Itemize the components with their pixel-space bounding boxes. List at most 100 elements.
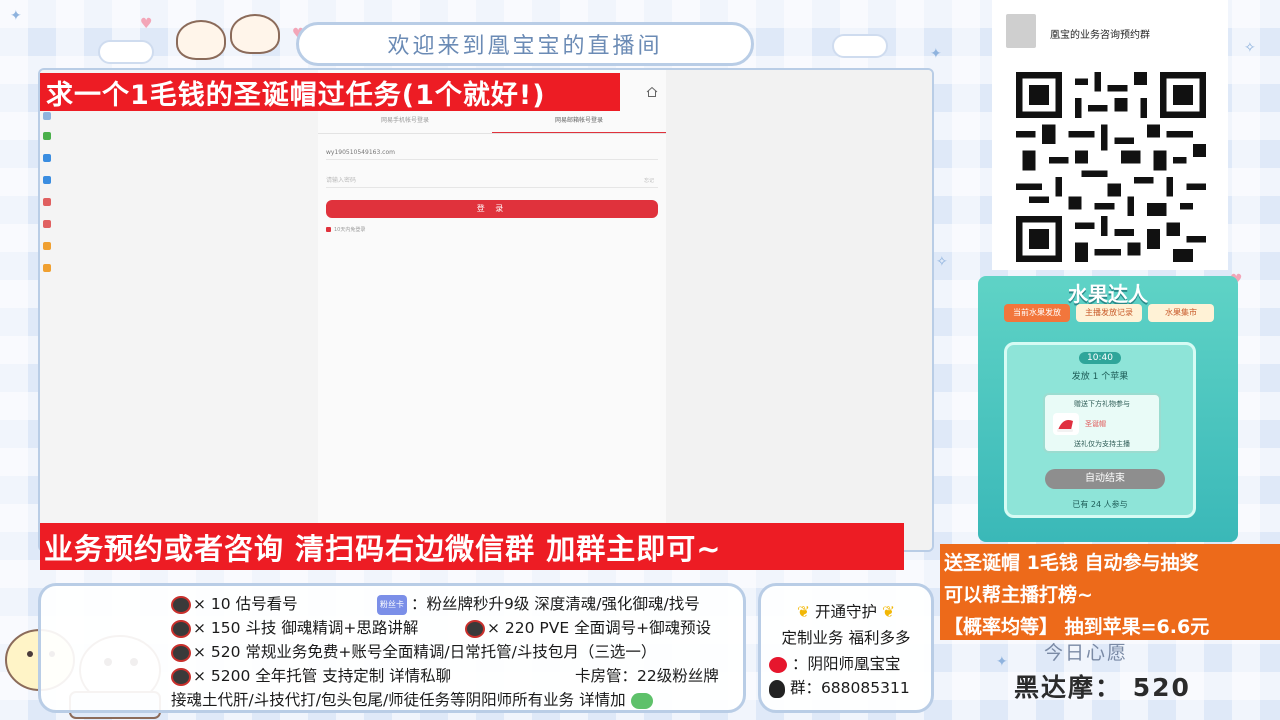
service-text: 接魂土代肝/斗技代打/包头包尾/师徒任务等阴阳师所有业务 详情加 (171, 691, 626, 709)
guard-title-line: ❦ 开通守护 ❦ (761, 600, 931, 622)
remember-checkbox[interactable]: 10天内免登录 (326, 226, 365, 233)
cat-mascot-head (230, 14, 280, 54)
star-icon: ✧ (1244, 40, 1256, 56)
badge-icon (171, 667, 191, 686)
task-request-banner: 求一个1毛钱的圣诞帽过任务(1个就好!) (40, 73, 620, 111)
cloud-decoration (832, 34, 888, 58)
tab-anchor-records[interactable]: 主播发放记录 (1076, 304, 1142, 322)
login-form: 网易手机帐号登录 网易邮箱帐号登录 wy190510549163.com 请输入… (318, 70, 666, 550)
tab-phone-login[interactable]: 网易手机帐号登录 (318, 114, 492, 133)
login-tabs: 网易手机帐号登录 网易邮箱帐号登录 (318, 114, 666, 134)
fruit-time: 10:40 (1007, 352, 1193, 364)
browser-right-area (666, 70, 932, 550)
badge-icon (171, 643, 191, 662)
qq-group: 群：688085311 (789, 679, 910, 697)
home-icon[interactable] (646, 86, 658, 98)
login-button[interactable]: 登 录 (326, 200, 658, 218)
gift-instruction: 赠送下方礼物参与 (1074, 400, 1130, 408)
guard-title: 开通守护 (814, 603, 877, 621)
badge-icon (171, 595, 191, 614)
fruit-card: 10:40 发放 1 个苹果 赠送下方礼物参与 圣诞帽 送礼仅为支持主播 自动结… (1004, 342, 1196, 518)
service-line: 接魂土代肝/斗技代打/包头包尾/师徒任务等阴阳师所有业务 详情加 (171, 688, 653, 710)
guard-subtitle: 定制业务 福利多多 (781, 629, 911, 647)
account-input[interactable]: wy190510549163.com (326, 146, 658, 160)
service-text: × 10 估号看号 (193, 595, 298, 613)
side-app-icon[interactable] (43, 176, 51, 184)
star-icon: ✦ (996, 654, 1008, 670)
consult-banner: 业务预约或者咨询 清扫码右边微信群 加群主即可~ (40, 523, 904, 570)
side-app-icon[interactable] (43, 132, 51, 140)
cloud-decoration (98, 40, 154, 64)
wechat-icon (630, 692, 653, 709)
service-line: × 150 斗技 御魂精调+思路讲解 (171, 616, 418, 638)
wing-icon: ❦ (797, 603, 811, 621)
remember-label: 10天内免登录 (334, 227, 366, 233)
tab-current-fruit[interactable]: 当前水果发放 (1004, 304, 1070, 322)
service-line: 卡房管：22级粉丝牌 (575, 664, 719, 686)
weibo-account: ：阴阳师凰宝宝 (791, 655, 901, 673)
fruit-tabs: 当前水果发放 主播发放记录 水果集市 (1004, 304, 1214, 322)
side-app-icon[interactable] (43, 112, 51, 120)
guard-panel: ❦ 开通守护 ❦ 定制业务 福利多多 ：阴阳师凰宝宝 群：688085311 (758, 583, 934, 713)
weibo-icon (769, 656, 787, 673)
tab-fruit-market[interactable]: 水果集市 (1148, 304, 1214, 322)
qr-code (1016, 72, 1206, 262)
side-app-icon[interactable] (43, 264, 51, 272)
wish-title: 今日心愿 (1044, 642, 1129, 664)
qq-line: 群：688085311 (761, 676, 931, 698)
qq-icon (769, 679, 785, 698)
password-placeholder: 请输入密码 (326, 177, 357, 184)
star-icon: ✦ (10, 8, 22, 24)
side-app-icon[interactable] (43, 242, 51, 250)
service-text: × 220 PVE 全面调号+御魂预设 (487, 619, 712, 637)
service-text: ：粉丝牌秒升9级 深度清魂/强化御魂/找号 (411, 595, 700, 613)
lottery-banner: 送圣诞帽 1毛钱 自动参与抽奖 可以帮主播打榜~ 【概率均等】 抽到苹果=6.6… (940, 544, 1280, 640)
gift-name: 圣诞帽 (1085, 420, 1106, 428)
service-line: × 520 常规业务免费+账号全面精调/日常托管/斗技包月（三选一） (171, 640, 656, 662)
welcome-banner: 欢迎来到凰宝宝的直播间 (296, 22, 754, 66)
wechat-group-card: 凰宝的业务咨询预约群 (992, 0, 1228, 270)
side-app-icon[interactable] (43, 198, 51, 206)
checkbox-icon[interactable] (326, 227, 331, 232)
forgot-password-link[interactable]: 忘记 (644, 174, 654, 188)
group-name: 凰宝的业务咨询预约群 (1050, 30, 1150, 41)
fruit-widget: 水果达人 当前水果发放 主播发放记录 水果集市 10:40 发放 1 个苹果 赠… (978, 276, 1238, 542)
lottery-line-2: 可以帮主播打榜~ (944, 584, 1093, 606)
fan-card-icon: 粉丝卡 (377, 594, 407, 615)
service-text: × 520 常规业务免费+账号全面精调/日常托管/斗技包月（三选一） (193, 643, 657, 661)
service-line: × 10 估号看号 (171, 592, 298, 614)
participants-count: 已有 24 人参与 (1072, 500, 1128, 509)
gift-box: 赠送下方礼物参与 圣诞帽 送礼仅为支持主播 (1043, 393, 1161, 453)
star-icon: ✧ (936, 254, 948, 270)
service-line: × 220 PVE 全面调号+御魂预设 (465, 616, 711, 638)
group-avatar (1006, 14, 1036, 48)
weibo-line: ：阴阳师凰宝宝 (761, 652, 931, 674)
star-icon: ✦ (930, 46, 942, 62)
service-text: × 5200 全年托管 支持定制 详情私聊 (193, 667, 452, 685)
service-line: × 5200 全年托管 支持定制 详情私聊 (171, 664, 451, 686)
badge-icon (171, 619, 191, 638)
browser-capture: 网易手机帐号登录 网易邮箱帐号登录 wy190510549163.com 请输入… (38, 68, 934, 552)
lottery-line-3: 【概率均等】 抽到苹果=6.6元 (944, 616, 1210, 638)
badge-icon (465, 619, 485, 638)
service-text: 卡房管：22级粉丝牌 (575, 667, 719, 685)
santa-hat-icon (1053, 413, 1079, 435)
cat-mascot-head (176, 20, 226, 60)
auto-end-button[interactable]: 自动结束 (1045, 469, 1165, 489)
service-text: × 150 斗技 御魂精调+思路讲解 (193, 619, 419, 637)
wing-icon: ❦ (881, 603, 895, 621)
fruit-drop-text: 发放 1 个苹果 (1071, 372, 1129, 382)
tab-mail-login[interactable]: 网易邮箱帐号登录 (492, 114, 666, 133)
side-app-icon[interactable] (43, 220, 51, 228)
browser-sidebar (40, 70, 318, 550)
side-app-icon[interactable] (43, 154, 51, 162)
time-label: 10:40 (1079, 352, 1121, 364)
password-input[interactable]: 请输入密码 忘记 (326, 174, 658, 188)
gift-note: 送礼仅为支持主播 (1074, 440, 1130, 448)
fruit-title: 水果达人 (1068, 282, 1148, 306)
service-line: 粉丝卡 ：粉丝牌秒升9级 深度清魂/强化御魂/找号 (377, 592, 700, 615)
wish-value: 黑达摩： 520 (1014, 673, 1191, 702)
heart-icon: ♥ (140, 16, 153, 32)
services-panel: × 10 估号看号 粉丝卡 ：粉丝牌秒升9级 深度清魂/强化御魂/找号 × 150… (38, 583, 746, 713)
lottery-line-1: 送圣诞帽 1毛钱 自动参与抽奖 (944, 552, 1199, 574)
